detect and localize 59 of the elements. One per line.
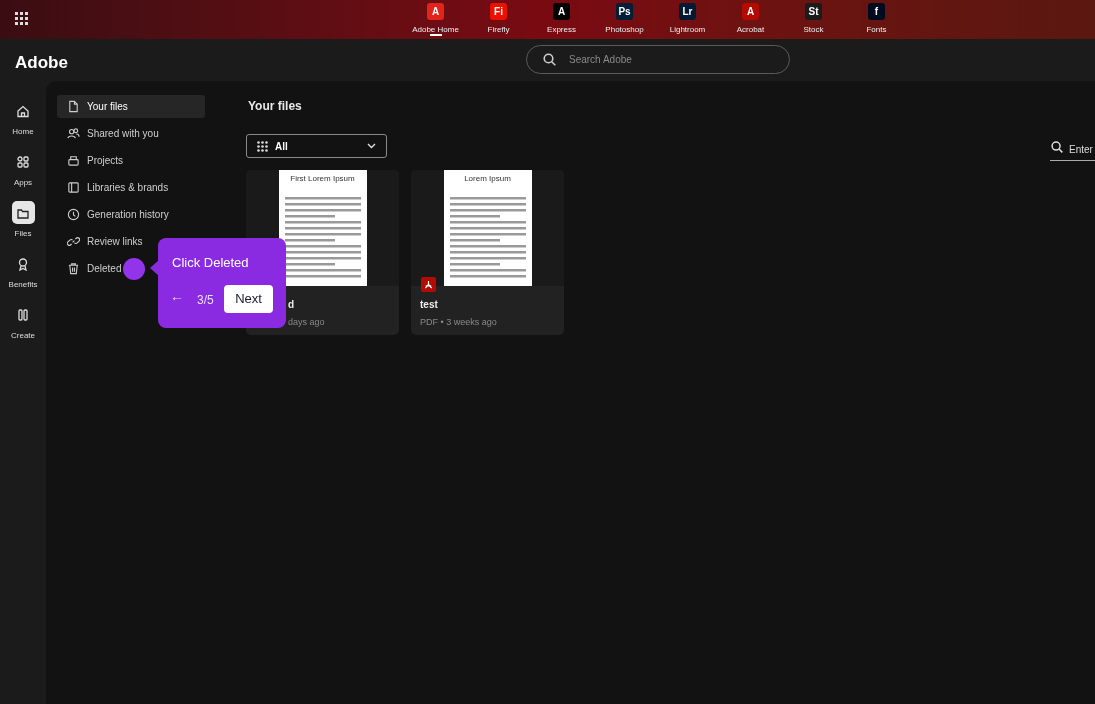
file-meta: PDF • 3 weeks ago <box>420 316 497 329</box>
app-grid-icon[interactable] <box>15 12 28 25</box>
rail-label: Benefits <box>8 279 38 291</box>
document-title: First Lorem Ipsum <box>290 173 355 185</box>
app-link[interactable]: Ps Photoshop <box>593 0 656 36</box>
briefcase-icon <box>67 154 80 167</box>
app-link[interactable]: A Adobe Home <box>404 0 467 36</box>
file-meta: days ago <box>288 316 325 329</box>
nav-item[interactable]: Generation history <box>57 203 205 226</box>
nav-item[interactable]: Libraries & brands <box>57 176 205 199</box>
app-link[interactable]: St Stock <box>782 0 845 36</box>
app-link[interactable]: f Fonts <box>845 0 908 36</box>
app-link[interactable]: Fi Firefly <box>467 0 530 36</box>
rail-label: Home <box>12 126 34 138</box>
people-icon <box>67 127 80 140</box>
file-card[interactable]: Lorem Ipsum test PDF • 3 weeks ago <box>411 170 564 335</box>
file-name: test <box>420 298 438 312</box>
rail-label: Create <box>11 330 35 342</box>
app-link[interactable]: A Express <box>530 0 593 36</box>
nav-item[interactable]: Projects <box>57 149 205 172</box>
app-icon: Lr <box>679 3 696 20</box>
document-icon <box>67 100 80 113</box>
nav-item[interactable]: Review links <box>57 230 205 253</box>
search-icon <box>1051 141 1063 153</box>
trash-icon <box>67 262 80 275</box>
document-title: Lorem Ipsum <box>464 173 511 185</box>
search-icon <box>543 53 556 66</box>
tour-title: Click Deleted <box>172 254 249 272</box>
step-counter: 3/5 <box>197 292 214 309</box>
app-icon: Fi <box>490 3 507 20</box>
search-field[interactable]: Search Adobe <box>526 45 790 74</box>
app-link[interactable]: A Acrobat <box>719 0 782 36</box>
next-button[interactable]: Next <box>224 285 273 313</box>
rail-label: Files <box>14 228 32 240</box>
app-icon: A <box>427 3 444 20</box>
nav-item[interactable]: Shared with you <box>57 122 205 145</box>
link-icon <box>67 235 80 248</box>
app-link[interactable]: Lr Lightroom <box>656 0 719 36</box>
shapes-icon <box>16 154 30 169</box>
clock-icon <box>67 208 80 221</box>
chevron-down-icon <box>367 143 376 149</box>
page-title: Your files <box>248 98 302 115</box>
app-icon: A <box>553 3 570 20</box>
adobe-logo[interactable]: Adobe <box>15 50 68 76</box>
app-icon: A <box>742 3 759 20</box>
nav-item[interactable]: Your files <box>57 95 205 118</box>
rail-label: Apps <box>13 177 33 189</box>
files-nav-button[interactable] <box>11 201 35 224</box>
badge-icon <box>16 256 30 271</box>
app-icon: Ps <box>616 3 633 20</box>
filter-dropdown[interactable]: All <box>246 134 387 158</box>
file-name: d <box>288 298 295 312</box>
book-icon <box>67 181 80 194</box>
app-icon: f <box>868 3 885 20</box>
back-arrow-button[interactable]: ← <box>170 289 184 303</box>
app-icon: St <box>805 3 822 20</box>
grid-icon <box>257 140 268 152</box>
home-icon <box>16 103 30 118</box>
file-search-field[interactable]: Enter <box>1050 139 1095 161</box>
